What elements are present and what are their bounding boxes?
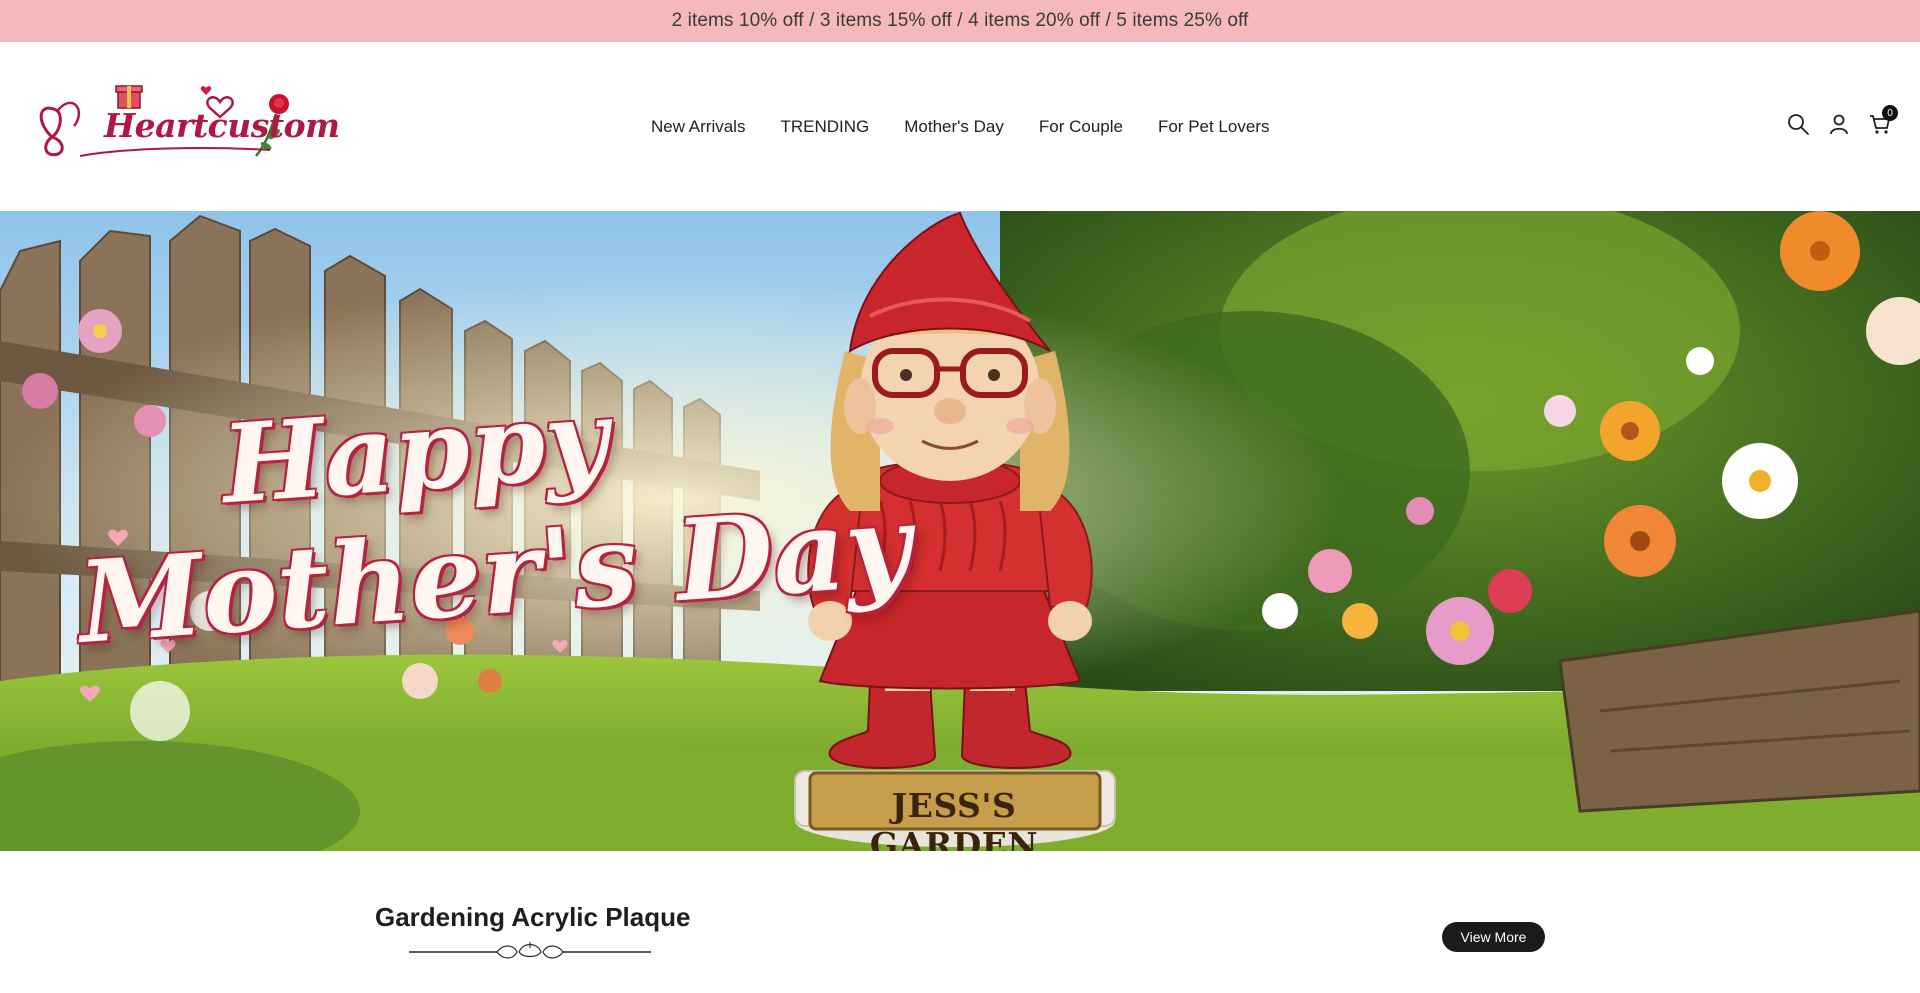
view-more-button[interactable]: View More <box>1442 922 1545 952</box>
announcement-text: 2 items 10% off / 3 items 15% off / 4 it… <box>671 10 1249 31</box>
nav-trending[interactable]: TRENDING <box>780 117 869 137</box>
hero-banner[interactable]: Happy Mother's Day JESS'S GARDEN <box>0 211 1920 851</box>
announcement-bar: 2 items 10% off / 3 items 15% off / 4 it… <box>0 0 1920 42</box>
logo[interactable]: Heartcustom <box>34 82 340 172</box>
main-nav: New Arrivals TRENDING Mother's Day For C… <box>651 42 1304 211</box>
nav-new-arrivals[interactable]: New Arrivals <box>651 117 745 137</box>
nav-for-couple[interactable]: For Couple <box>1039 117 1123 137</box>
search-icon[interactable] <box>1786 112 1810 136</box>
cart-icon[interactable]: 0 <box>1868 105 1898 136</box>
header-actions: 0 <box>1786 105 1898 136</box>
nav-for-pet-lovers[interactable]: For Pet Lovers <box>1158 117 1270 137</box>
ornament-divider-icon <box>409 942 651 959</box>
logo-text: Heartcustom <box>104 106 340 145</box>
nav-mothers-day[interactable]: Mother's Day <box>904 117 1004 137</box>
site-header: Heartcustom New Arrivals TRENDING Mother… <box>0 42 1920 211</box>
gnome-plaque-text: JESS'S GARDEN <box>869 786 1039 851</box>
section-title: Gardening Acrylic Plaque <box>375 902 691 932</box>
cart-count-badge: 0 <box>1882 105 1898 121</box>
user-icon[interactable] <box>1827 112 1851 136</box>
